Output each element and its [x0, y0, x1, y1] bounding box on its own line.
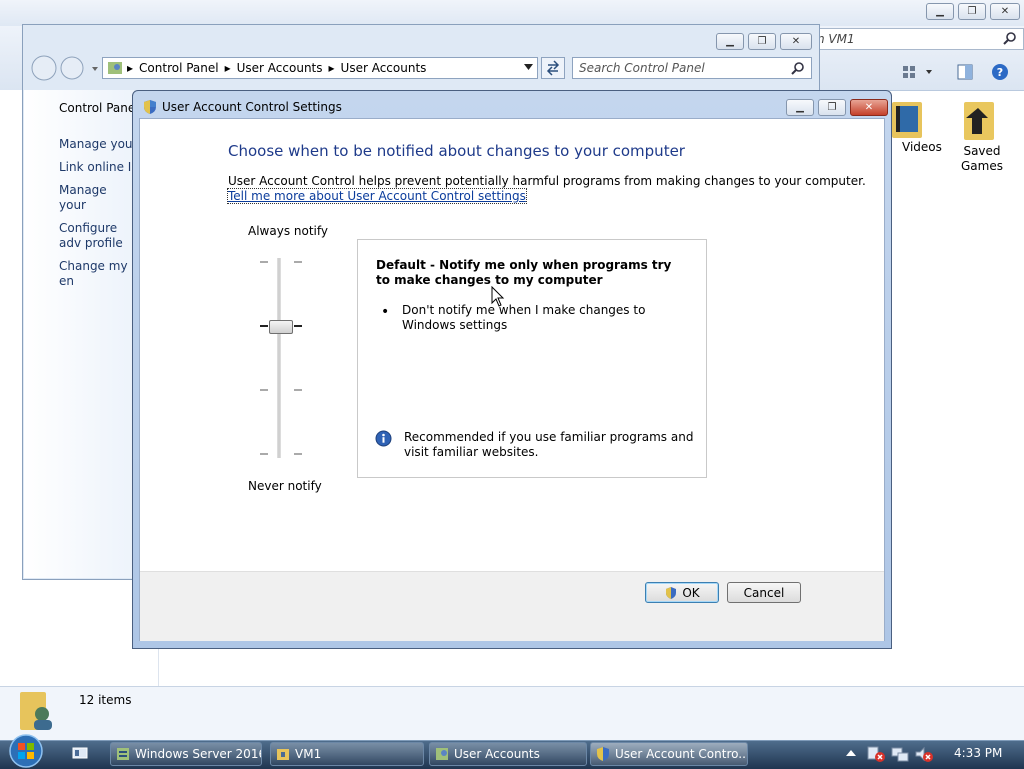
cancel-button[interactable]: Cancel: [727, 582, 801, 603]
help-icon[interactable]: ?: [991, 63, 1009, 81]
dialog-heading: Choose when to be notified about changes…: [228, 142, 685, 160]
breadcrumb-separator: ▸: [127, 61, 134, 75]
refresh-button[interactable]: [541, 57, 565, 79]
level-bullet-text: Don't notify me when I make changes to W…: [402, 303, 646, 332]
dialog-title: User Account Control Settings: [162, 100, 342, 114]
breadcrumb-separator: ▸: [224, 61, 231, 75]
network-icon[interactable]: [890, 745, 910, 763]
taskbar-item-label: VM1: [295, 747, 322, 761]
taskbar-item-label: User Accounts: [454, 747, 540, 761]
breadcrumb-item[interactable]: User Accounts: [237, 61, 323, 75]
taskbar-item-vm1[interactable]: VM1: [270, 742, 424, 766]
search-icon: [1003, 31, 1017, 45]
learn-more-link[interactable]: Tell me more about User Account Control …: [227, 188, 527, 204]
notification-level-slider[interactable]: [256, 252, 306, 464]
view-options-icon[interactable]: [902, 64, 932, 80]
videos-label: Videos: [902, 140, 942, 154]
bg-search-input[interactable]: n VM1: [790, 28, 1024, 50]
ua-minimize-button[interactable]: ▁: [716, 33, 744, 50]
ua-restore-button[interactable]: ❐: [748, 33, 776, 50]
address-bar[interactable]: ▸ Control Panel ▸ User Accounts ▸ User A…: [102, 57, 538, 79]
taskbar-item-label: User Account Contro...: [615, 747, 748, 761]
bg-restore-button[interactable]: ❐: [958, 3, 986, 20]
svg-text:?: ?: [997, 66, 1003, 79]
ua-close-button[interactable]: ✕: [780, 33, 812, 50]
saved-games-icon: [958, 96, 1012, 144]
bg-close-button[interactable]: ✕: [990, 3, 1020, 20]
folder-icon: [275, 746, 291, 762]
taskbar-item-user-accounts[interactable]: User Accounts: [429, 742, 587, 766]
dialog-intro: User Account Control helps prevent poten…: [228, 174, 866, 188]
mouse-cursor-icon: [491, 286, 505, 308]
videos-icon: [890, 96, 940, 140]
preview-pane-icon[interactable]: [957, 64, 973, 80]
cancel-button-label: Cancel: [743, 585, 785, 600]
task-link-manage-credentials[interactable]: Manage your: [59, 137, 132, 152]
task-link-online-id[interactable]: Link online ID: [59, 160, 132, 175]
back-forward-buttons[interactable]: [30, 55, 98, 83]
start-button[interactable]: [6, 734, 46, 768]
uac-shield-icon: [142, 99, 158, 115]
breadcrumb: ▸ Control Panel ▸ User Accounts ▸ User A…: [127, 61, 426, 75]
breadcrumb-separator: ▸: [328, 61, 335, 75]
search-placeholder: Search Control Panel: [579, 61, 705, 75]
control-panel-icon: [434, 746, 450, 762]
tray-expand-icon[interactable]: [846, 749, 856, 757]
info-icon: [375, 430, 392, 447]
ok-button[interactable]: OK: [645, 582, 719, 603]
show-desktop-icon[interactable]: [72, 746, 88, 760]
breadcrumb-item[interactable]: Control Panel: [139, 61, 219, 75]
uac-shield-icon: [595, 746, 611, 762]
taskbar-item-label: Windows Server 2016...: [135, 747, 261, 761]
user-folder-icon: [18, 690, 58, 734]
dialog-close-button[interactable]: ✕: [850, 99, 888, 116]
left-pane-title[interactable]: Control Panel: [59, 101, 139, 115]
task-link-environment-variables[interactable]: Change my en variables: [59, 259, 132, 289]
status-item-count: 12 items: [79, 693, 132, 707]
saved-games-label: Saved Games: [961, 144, 1003, 173]
breadcrumb-item[interactable]: User Accounts: [341, 61, 427, 75]
chevron-down-icon[interactable]: [524, 64, 533, 70]
bg-minimize-button[interactable]: ▁: [926, 3, 954, 20]
dialog-minimize-button[interactable]: ▁: [786, 99, 814, 116]
server-icon: [115, 746, 131, 762]
level-title: Default - Notify me only when programs t…: [376, 258, 672, 287]
network-warning-icon[interactable]: [866, 745, 886, 763]
clock[interactable]: 4:33 PM: [954, 746, 1002, 760]
task-link-certificates[interactable]: Manage your certificates: [59, 183, 132, 213]
control-panel-icon: [107, 61, 123, 75]
uac-shield-icon: [664, 586, 678, 600]
dialog-maximize-button[interactable]: ❐: [818, 99, 846, 116]
volume-muted-icon[interactable]: [914, 745, 934, 763]
background-title-bar: [0, 0, 1024, 26]
recommendation-text: Recommended if you use familiar programs…: [404, 430, 694, 459]
bullet-icon: •: [381, 304, 390, 320]
ok-button-label: OK: [682, 585, 700, 600]
search-icon: [791, 61, 805, 75]
slider-thumb[interactable]: [269, 320, 293, 334]
saved-games-item[interactable]: Saved Games: [952, 96, 1012, 174]
slider-bottom-label: Never notify: [248, 479, 322, 493]
taskbar-item-server-manager[interactable]: Windows Server 2016...: [110, 742, 262, 766]
slider-top-label: Always notify: [248, 224, 328, 238]
status-bar: [0, 686, 1024, 741]
task-link-profile-properties[interactable]: Configure adv profile proper: [59, 221, 132, 251]
videos-item[interactable]: Videos: [890, 96, 942, 154]
taskbar-item-uac-settings[interactable]: User Account Contro...: [590, 742, 748, 766]
control-panel-search-input[interactable]: Search Control Panel: [572, 57, 812, 79]
